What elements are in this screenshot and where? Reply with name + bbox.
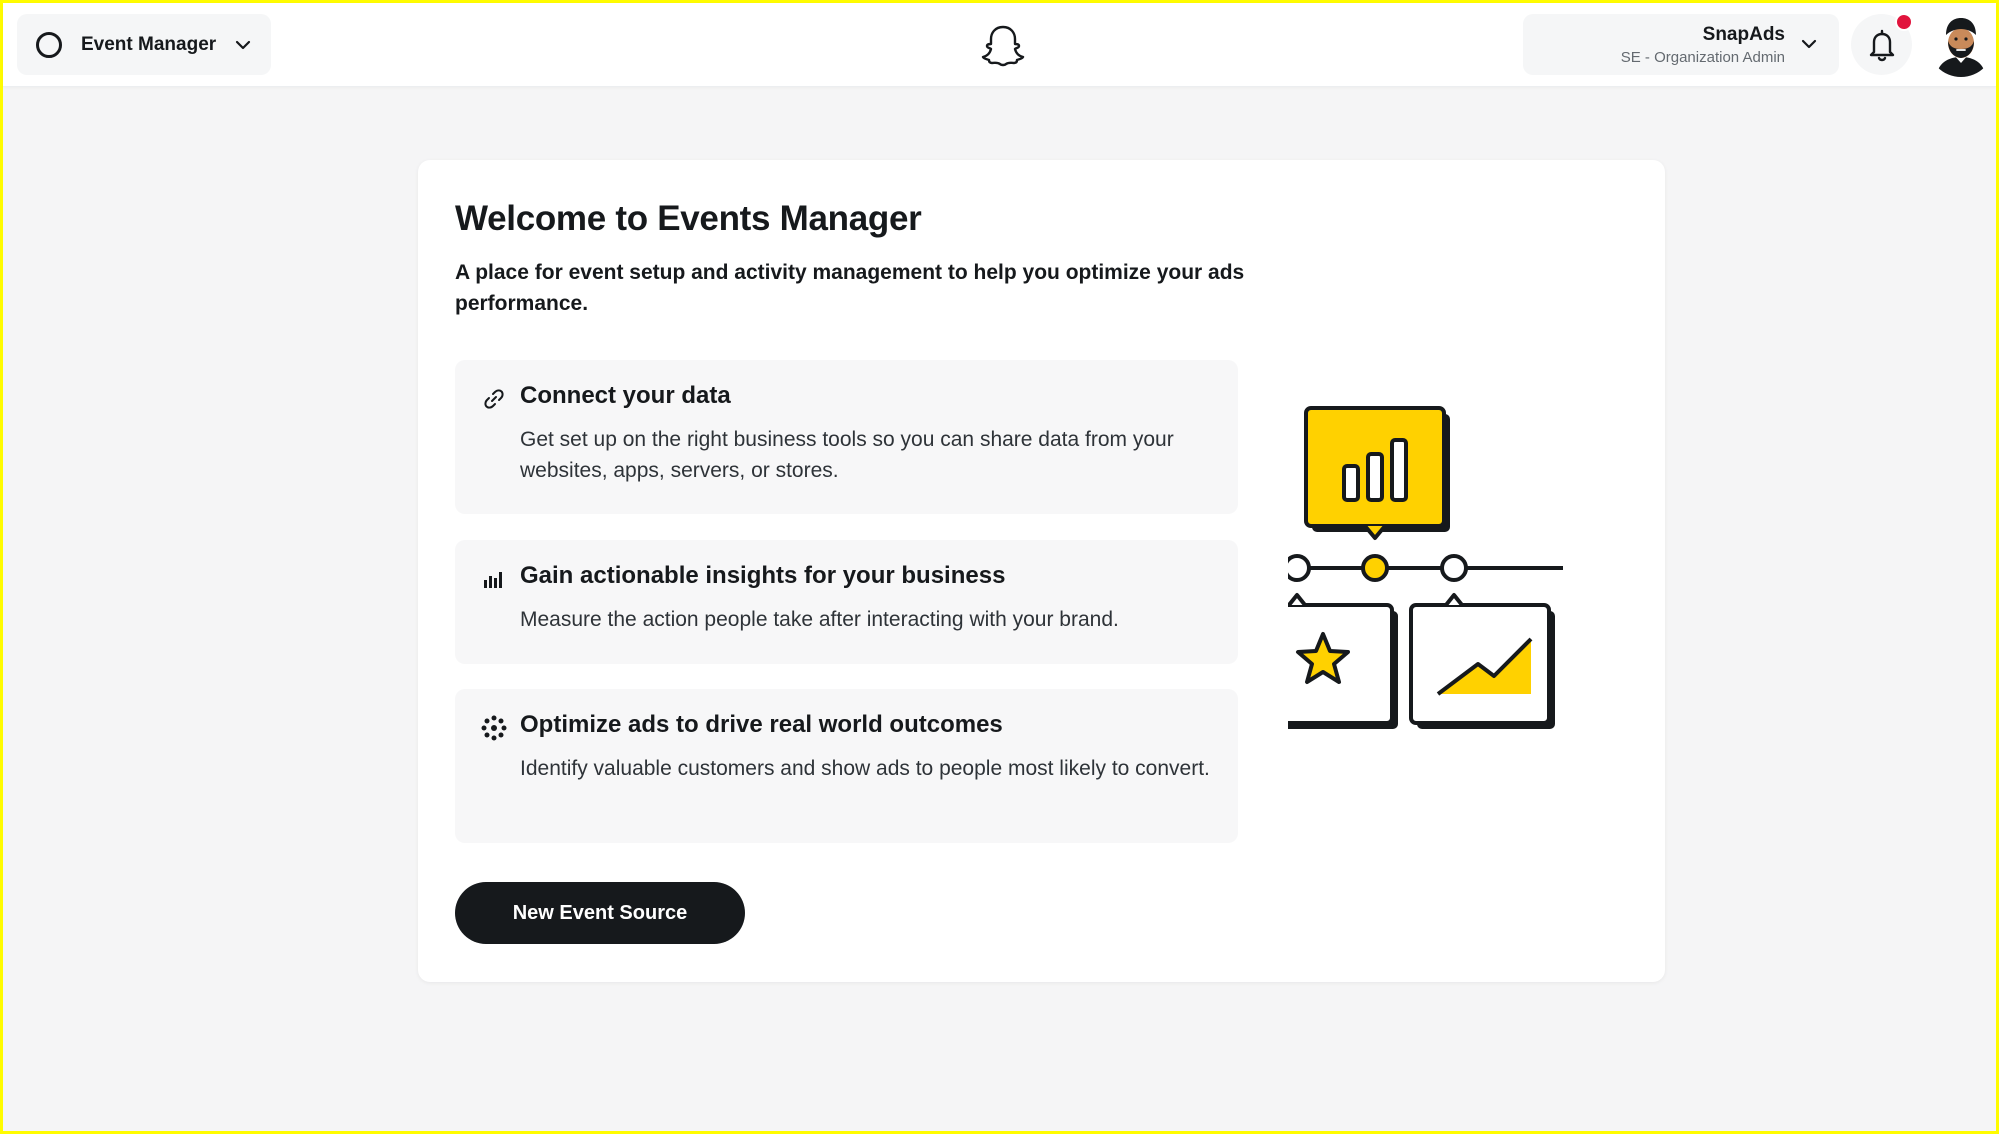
page-title: Welcome to Events Manager (455, 199, 922, 238)
account-switcher-button[interactable]: SnapAds SE - Organization Admin (1523, 14, 1839, 75)
feature-title: Optimize ads to drive real world outcome… (520, 711, 1003, 738)
welcome-card: Welcome to Events Manager A place for ev… (418, 160, 1665, 982)
link-icon (481, 386, 507, 412)
chevron-down-icon (234, 36, 252, 54)
feature-card-connect-data: Connect your data Get set up on the righ… (455, 360, 1238, 514)
account-role: SE - Organization Admin (1620, 49, 1785, 66)
feature-card-optimize: Optimize ads to drive real world outcome… (455, 689, 1238, 843)
feature-title: Connect your data (520, 382, 731, 409)
feature-description: Get set up on the right business tools s… (520, 428, 1174, 482)
bar-chart-icon (481, 566, 507, 592)
top-header: Event Manager SnapAds SE - Organization … (3, 3, 1996, 87)
chevron-down-icon (1801, 36, 1819, 54)
feature-description: Measure the action people take after int… (520, 608, 1119, 631)
app-switcher-button[interactable]: Event Manager (17, 14, 271, 75)
target-dots-icon (481, 715, 507, 741)
snapchat-ghost-icon[interactable] (980, 22, 1026, 68)
feature-description: Identify valuable customers and show ads… (520, 757, 1210, 780)
new-event-source-button[interactable]: New Event Source (455, 882, 745, 944)
bell-icon (1869, 29, 1894, 61)
user-avatar[interactable] (1928, 11, 1994, 77)
feature-card-insights: Gain actionable insights for your busine… (455, 540, 1238, 664)
page-subtitle: A place for event setup and activity man… (455, 261, 1245, 315)
app-switcher-label: Event Manager (81, 33, 217, 55)
account-name: SnapAds (1702, 24, 1785, 45)
circle-icon (36, 31, 62, 58)
feature-title: Gain actionable insights for your busine… (520, 562, 1006, 589)
analytics-illustration (1243, 400, 1628, 740)
notification-badge (1895, 13, 1913, 31)
